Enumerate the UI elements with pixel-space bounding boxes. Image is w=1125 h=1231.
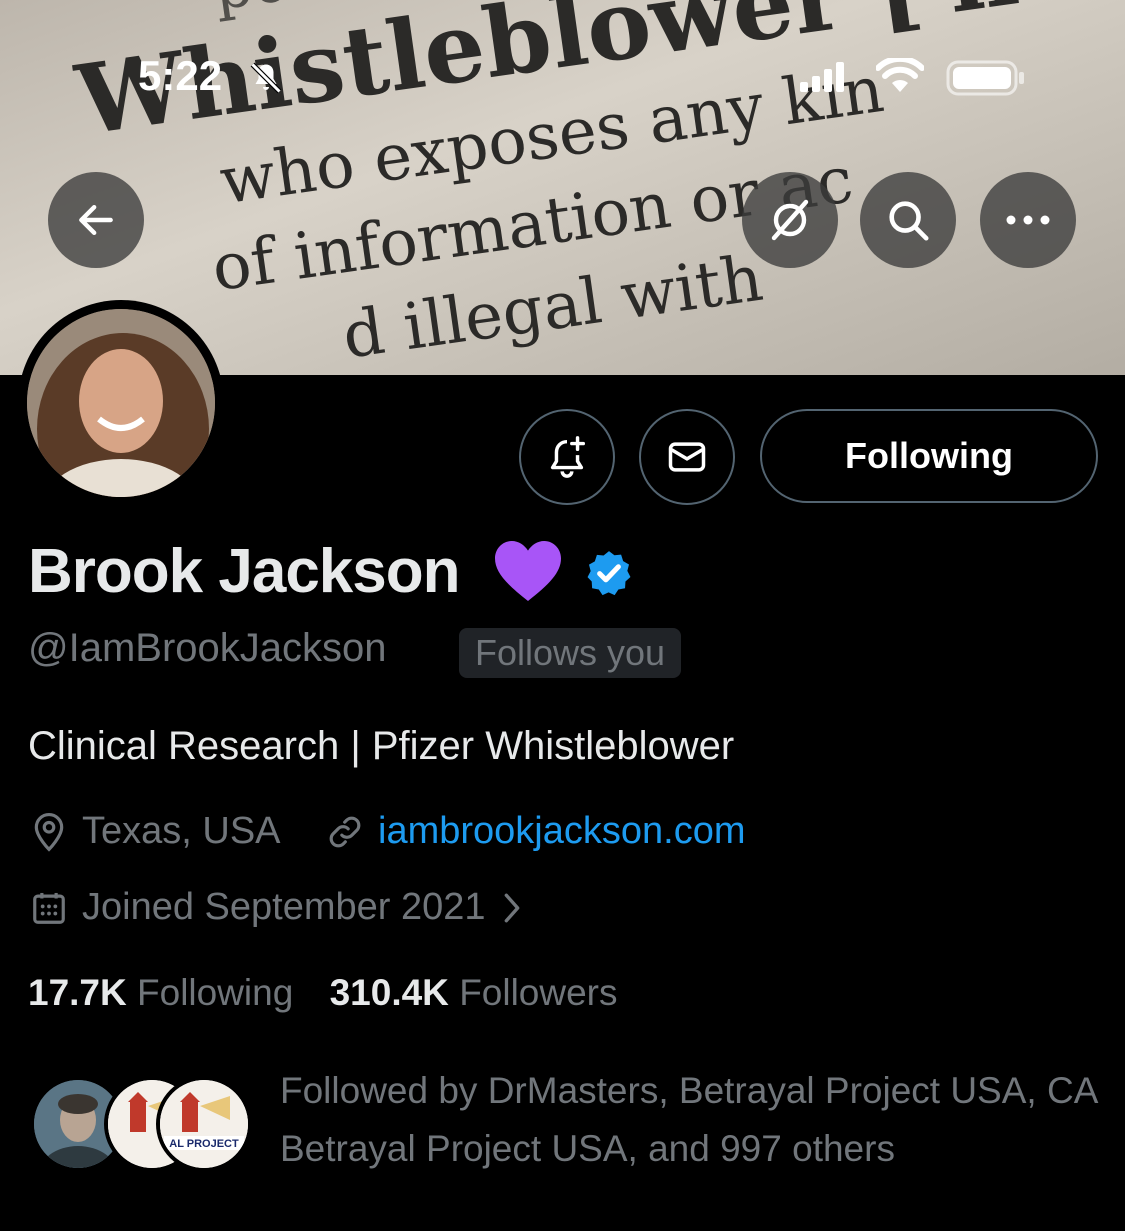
profile-joined[interactable]: Joined September 2021 [30, 886, 540, 929]
follows-you-badge: Follows you [459, 628, 682, 678]
notifications-button[interactable] [519, 409, 615, 505]
following-count: 17.7K [28, 972, 127, 1013]
follower-avatar-ca-betrayal-project[interactable]: AL PROJECT [156, 1076, 252, 1172]
mini-avatar-text: AL PROJECT [169, 1138, 239, 1150]
search-button[interactable] [860, 172, 956, 268]
arrow-left-icon [79, 204, 113, 236]
location-pin-icon [34, 812, 64, 852]
profile-website[interactable]: iambrookjackson.com [326, 810, 745, 853]
status-bar: 5:22 [0, 48, 1125, 108]
more-horizontal-icon [1006, 215, 1050, 225]
location-text: Texas, USA [82, 810, 281, 852]
chevron-right-icon [504, 893, 519, 922]
back-button[interactable] [48, 172, 144, 268]
cellular-signal-icon [800, 62, 844, 92]
grok-icon [771, 199, 809, 241]
status-time: 5:22 [138, 52, 223, 99]
followers-label: Followers [459, 972, 618, 1013]
following-button[interactable]: Following [760, 409, 1098, 503]
bell-muted-icon [250, 62, 282, 94]
grok-button[interactable] [742, 172, 838, 268]
profile-bio: Clinical Research | Pfizer Whistleblower [28, 724, 735, 768]
profile-handle: @IamBrookJackson [28, 626, 387, 670]
bell-plus-icon [550, 436, 586, 478]
following-count-link[interactable]: 17.7K Following [28, 972, 293, 1013]
purple-heart-icon [495, 541, 561, 601]
followers-count-link[interactable]: 310.4K Followers [330, 972, 618, 1013]
profile-counts: 17.7K Following 310.4K Followers [28, 972, 618, 1014]
more-options-button[interactable] [980, 172, 1076, 268]
avatar-photo [27, 309, 215, 497]
search-icon [889, 201, 929, 241]
wifi-icon [876, 58, 924, 92]
followers-count: 310.4K [329, 972, 449, 1013]
link-icon [329, 816, 361, 847]
profile-name: Brook Jackson [28, 537, 461, 606]
following-label: Following [137, 972, 294, 1013]
profile-location: Texas, USA [30, 810, 281, 853]
followed-by-text[interactable]: Followed by DrMasters, Betrayal Project … [280, 1062, 1110, 1178]
calendar-icon [33, 892, 65, 924]
envelope-icon [668, 442, 706, 472]
message-button[interactable] [639, 409, 735, 505]
joined-text: Joined September 2021 [82, 886, 486, 928]
verified-badge-icon [587, 551, 631, 596]
profile-avatar[interactable] [18, 300, 224, 506]
website-link[interactable]: iambrookjackson.com [378, 810, 745, 853]
battery-icon [946, 60, 1024, 96]
